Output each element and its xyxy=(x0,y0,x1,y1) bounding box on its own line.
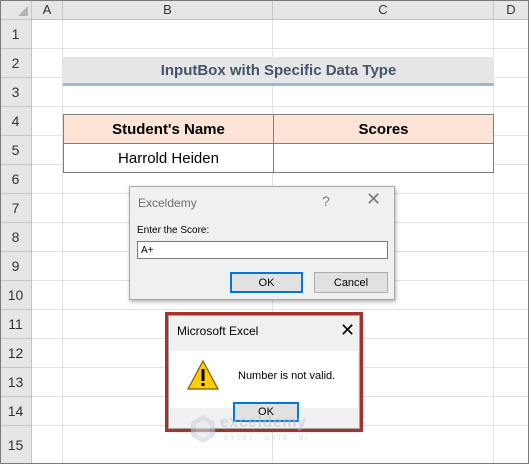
row-header-15[interactable]: 15 xyxy=(0,426,32,464)
message-box-close-icon[interactable]: ✕ xyxy=(340,321,355,339)
gridline xyxy=(32,106,529,107)
gridline xyxy=(493,20,494,464)
warning-icon xyxy=(187,360,219,390)
input-dialog-close-icon[interactable]: ✕ xyxy=(366,190,381,208)
row-header-12[interactable]: 12 xyxy=(0,339,32,368)
row-header-3[interactable]: 3 xyxy=(0,78,32,107)
input-cancel-button[interactable]: Cancel xyxy=(314,272,388,293)
student-name-cell[interactable]: Harrold Heiden xyxy=(63,143,274,173)
message-box-body: Number is not valid. xyxy=(170,351,358,408)
row-header-1[interactable]: 1 xyxy=(0,20,32,49)
watermark-name: exceldemy xyxy=(220,414,307,431)
select-all-triangle-icon xyxy=(18,6,28,16)
watermark: exceldemy EXCEL · DATA · BI xyxy=(190,412,350,452)
row-header-11[interactable]: 11 xyxy=(0,310,32,339)
input-prompt-label: Enter the Score: xyxy=(137,225,210,236)
row-header-4[interactable]: 4 xyxy=(0,107,32,136)
message-text: Number is not valid. xyxy=(238,370,336,382)
message-box-title: Microsoft Excel xyxy=(177,324,259,338)
row-header-13[interactable]: 13 xyxy=(0,368,32,397)
column-header-c[interactable]: C xyxy=(273,0,494,20)
row-header-5[interactable]: 5 xyxy=(0,136,32,165)
select-all-corner[interactable] xyxy=(0,0,32,20)
sheet-title-cell[interactable]: InputBox with Specific Data Type xyxy=(63,57,494,86)
row-header-14[interactable]: 14 xyxy=(0,397,32,426)
row-header-8[interactable]: 8 xyxy=(0,223,32,252)
header-cell-scores[interactable]: Scores xyxy=(273,114,494,144)
input-dialog-title: Exceldemy xyxy=(138,196,197,210)
row-header-2[interactable]: 2 xyxy=(0,49,32,78)
score-input[interactable]: A+ xyxy=(137,241,388,259)
column-header-b[interactable]: B xyxy=(63,0,273,20)
exceldemy-logo-icon xyxy=(191,415,215,443)
score-cell[interactable] xyxy=(273,143,494,173)
input-ok-button[interactable]: OK xyxy=(230,272,303,293)
row-header-9[interactable]: 9 xyxy=(0,252,32,281)
row-header-7[interactable]: 7 xyxy=(0,194,32,223)
column-header-d[interactable]: D xyxy=(494,0,529,20)
row-header-10[interactable]: 10 xyxy=(0,281,32,310)
input-dialog: Exceldemy ? ✕ Enter the Score: A+ OK Can… xyxy=(129,186,395,300)
header-cell-students-name[interactable]: Student's Name xyxy=(63,114,274,144)
column-header-a[interactable]: A xyxy=(32,0,63,20)
row-header-6[interactable]: 6 xyxy=(0,165,32,194)
gridline xyxy=(32,309,529,310)
help-icon[interactable]: ? xyxy=(322,193,330,209)
gridline xyxy=(62,20,63,464)
gridline xyxy=(32,48,529,49)
watermark-tagline: EXCEL · DATA · BI xyxy=(224,435,309,442)
